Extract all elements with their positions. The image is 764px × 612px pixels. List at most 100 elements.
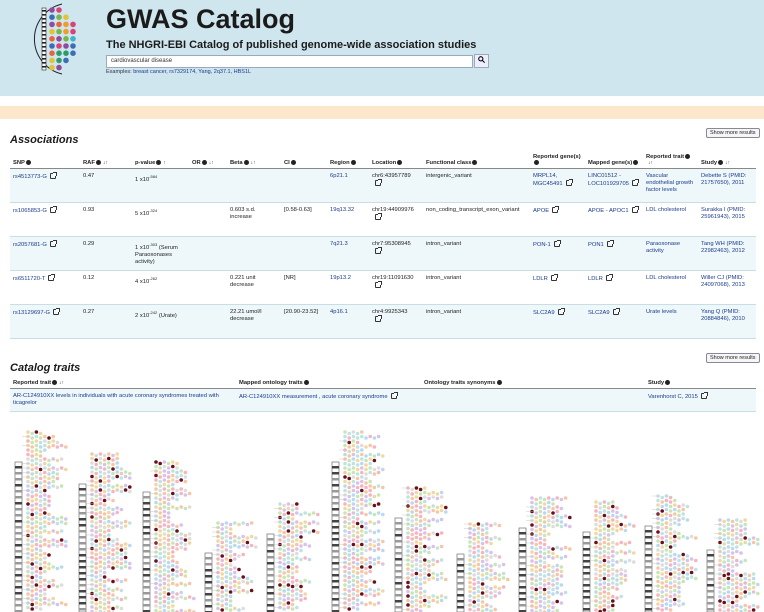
reported-trait-cell[interactable]: LDL cholesterol [643, 270, 698, 305]
reported-trait-link[interactable]: AR-C124910XX levels in individuals with … [10, 388, 236, 412]
external-link-icon[interactable] [553, 240, 561, 247]
study-cell[interactable]: Surakka I (PMID: 25961943), 2015 [698, 202, 756, 237]
sort-icon[interactable]: ↓↑ [103, 160, 108, 166]
show-more-associations-button[interactable]: Show more results [706, 353, 760, 363]
catalog-traits-heading: Catalog traits [10, 362, 81, 374]
region-cell[interactable]: 19p13.2 [327, 270, 369, 305]
example-link[interactable]: Yang, [198, 69, 212, 75]
sort-icon[interactable]: ↓↑ [648, 160, 653, 166]
external-link-icon[interactable] [49, 206, 57, 213]
external-link-icon[interactable] [612, 308, 620, 315]
mapped-gene-link[interactable]: APOE - APOC1 [588, 208, 629, 214]
region-cell[interactable]: 19q13.32 [327, 202, 369, 237]
region-cell[interactable]: 4p16.1 [327, 304, 369, 339]
example-link[interactable]: rs7329174, [169, 69, 197, 75]
reported-trait-cell[interactable]: Paraoxonase activity [643, 236, 698, 271]
study-cell[interactable]: Tang WH (PMID: 22982463), 2012 [698, 236, 756, 271]
col-header-reported-trait[interactable]: Reported trait↓↑ [643, 152, 698, 169]
example-link[interactable]: 2q37.1, [214, 69, 232, 75]
region-cell[interactable]: 7q21.3 [327, 236, 369, 271]
reported-gene-link[interactable]: PON-1 [533, 242, 551, 248]
external-link-icon[interactable] [631, 179, 639, 186]
region-cell[interactable]: 6p21.1 [327, 168, 369, 203]
logo-dot [56, 57, 62, 64]
reported-gene-link[interactable]: MRPL14, MGC45491 [533, 173, 563, 187]
mapped-gene-link[interactable]: SLC2A9 [588, 310, 610, 316]
study-cell[interactable]: Willer CJ (PMID: 24097068), 2013 [698, 270, 756, 305]
example-link[interactable]: breast cancer, [133, 69, 168, 75]
logo-dot [56, 43, 62, 49]
table-header-row: Reported trait ↓↑ Mapped ontology traits … [10, 378, 756, 389]
external-link-icon[interactable] [48, 274, 56, 281]
external-link-icon[interactable] [390, 392, 398, 399]
search-examples: Examples: breast cancer, rs7329174, Yang… [106, 69, 251, 75]
snp-cell: rs2057681-G [10, 236, 80, 271]
snp-link[interactable]: rs2057681-G [13, 242, 47, 248]
snp-link[interactable]: rs6511720-T [13, 276, 45, 282]
reported-trait-cell[interactable]: Urate levels [643, 304, 698, 339]
search-button[interactable] [474, 54, 489, 68]
external-link-icon[interactable] [700, 392, 708, 399]
external-link-icon[interactable] [375, 281, 382, 288]
external-link-icon[interactable] [49, 240, 57, 247]
study-cell[interactable]: Debette S (PMID: 21757650), 2011 [698, 168, 756, 203]
external-link-icon[interactable] [631, 206, 639, 213]
col-header-or[interactable]: OR ↓↑ [189, 152, 227, 169]
sort-icon[interactable]: ↓↑ [209, 160, 214, 166]
external-link-icon[interactable] [550, 274, 558, 281]
chromosome [518, 496, 572, 612]
external-link-icon[interactable] [605, 274, 613, 281]
col-header-ontology-synonyms: Ontology traits synonyms [421, 378, 645, 389]
section-divider [0, 106, 764, 119]
show-more-associations-top-button[interactable]: Show more results [706, 128, 760, 138]
logo-band [42, 62, 46, 64]
pvalue-cell: 5 x10-324 [132, 202, 189, 237]
chromosome [582, 500, 636, 612]
col-header-pvalue[interactable]: p-value ↑ [132, 152, 189, 169]
location-cell: chr19:11091630 [369, 270, 423, 305]
karyotype-diagram[interactable] [0, 428, 764, 612]
external-link-icon[interactable] [49, 172, 57, 179]
info-icon [25, 160, 31, 165]
info-icon [665, 380, 671, 385]
sort-icon[interactable]: ↓↑ [725, 160, 730, 166]
reported-gene-link[interactable]: APOE [533, 208, 549, 214]
mapped-gene-link[interactable]: LDLR [588, 276, 603, 282]
snp-link[interactable]: rs1065853-G [13, 208, 47, 214]
external-link-icon[interactable] [53, 308, 61, 315]
mapped-genes-cell: PON1 [585, 236, 643, 271]
page-title: GWAS Catalog [106, 4, 296, 34]
info-icon [156, 160, 162, 165]
reported-gene-link[interactable]: SLC2A9 [533, 310, 555, 316]
external-link-icon[interactable] [375, 213, 382, 220]
study-cell[interactable]: Yang Q (PMID: 20884846), 2010 [698, 304, 756, 339]
beta-cell [227, 236, 281, 271]
external-link-icon[interactable] [565, 179, 573, 186]
search-input[interactable]: cardiovascular disease [106, 55, 473, 68]
mapped-gene-link[interactable]: LINC01512 - LOC101929705 [588, 173, 629, 187]
snp-link[interactable]: rs4513773-G [13, 174, 47, 180]
study-link[interactable]: Varenhorst C, 2015 [648, 394, 698, 400]
sort-icon[interactable]: ↓↑ [59, 380, 64, 386]
reported-trait-cell[interactable]: Vascular endothelial growth factor level… [643, 168, 698, 203]
page-subtitle: The NHGRI-EBI Catalog of published genom… [106, 39, 477, 51]
mapped-gene-link[interactable]: PON1 [588, 242, 604, 248]
col-header-study[interactable]: Study ↓↑ [698, 152, 756, 169]
external-link-icon[interactable] [557, 308, 565, 315]
col-header-raf[interactable]: RAF ↓↑ [80, 152, 132, 169]
col-header-reported-trait[interactable]: Reported trait↓↑ [10, 378, 236, 389]
external-link-icon[interactable] [375, 179, 382, 186]
sort-icon[interactable]: ↓↑ [251, 160, 256, 166]
external-link-icon[interactable] [375, 315, 382, 322]
col-header-snp[interactable]: SNP [10, 152, 80, 169]
mapped-ontology-link[interactable]: AR-C124910XX measurement , acute coronar… [239, 394, 388, 400]
external-link-icon[interactable] [375, 247, 382, 254]
snp-link[interactable]: rs13129697-G [13, 310, 50, 316]
col-header-beta[interactable]: Beta ↓↑ [227, 152, 281, 169]
sort-down-icon[interactable]: ↑ [163, 160, 166, 166]
reported-gene-link[interactable]: LDLR [533, 276, 548, 282]
example-link[interactable]: HBS1L [234, 69, 251, 75]
external-link-icon[interactable] [552, 206, 560, 213]
external-link-icon[interactable] [606, 240, 614, 247]
reported-trait-cell[interactable]: LDL cholesterol [643, 202, 698, 237]
